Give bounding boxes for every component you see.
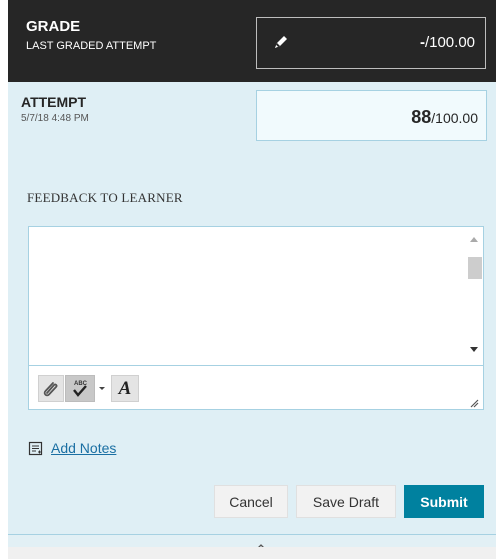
resize-handle-icon[interactable] bbox=[469, 395, 479, 408]
submit-button[interactable]: Submit bbox=[404, 485, 484, 518]
scroll-up-icon[interactable] bbox=[470, 237, 478, 242]
attempt-score-value: 88/100.00 bbox=[411, 107, 478, 128]
format-text-button[interactable]: A bbox=[111, 375, 139, 402]
grade-header: GRADE LAST GRADED ATTEMPT -/100.00 bbox=[8, 0, 496, 82]
footer-strip bbox=[8, 547, 496, 559]
attempt-score: 88 bbox=[411, 107, 432, 127]
chevron-down-icon bbox=[95, 376, 109, 401]
attach-file-button[interactable] bbox=[38, 375, 64, 402]
save-draft-button[interactable]: Save Draft bbox=[296, 485, 396, 518]
pencil-icon[interactable] bbox=[271, 32, 291, 52]
overall-grade-value: -/100.00 bbox=[420, 34, 475, 51]
add-notes-link[interactable]: Add Notes bbox=[28, 440, 116, 456]
attempt-title: ATTEMPT bbox=[21, 94, 87, 110]
add-notes-label[interactable]: Add Notes bbox=[51, 440, 116, 456]
collapse-bar[interactable] bbox=[8, 535, 496, 549]
scroll-down-icon[interactable] bbox=[470, 347, 478, 352]
spellcheck-icon: ABC bbox=[66, 376, 94, 401]
notes-icon bbox=[28, 441, 43, 456]
attempt-date: 5/7/18 4:48 PM bbox=[21, 113, 89, 124]
feedback-editor: ABC A bbox=[28, 226, 484, 410]
attempt-max: /100.00 bbox=[431, 110, 478, 126]
grade-max: /100.00 bbox=[424, 34, 475, 51]
paperclip-icon bbox=[39, 376, 63, 401]
spellcheck-dropdown-button[interactable] bbox=[95, 375, 109, 402]
grade-title: GRADE bbox=[26, 18, 81, 35]
attempt-score-field[interactable]: 88/100.00 bbox=[256, 90, 487, 141]
grading-panel: GRADE LAST GRADED ATTEMPT -/100.00 ATTEM… bbox=[0, 0, 496, 559]
overall-grade-field[interactable]: -/100.00 bbox=[256, 17, 486, 69]
editor-toolbar: ABC A bbox=[29, 365, 483, 409]
cancel-button[interactable]: Cancel bbox=[214, 485, 288, 518]
spellcheck-button[interactable]: ABC bbox=[65, 375, 95, 402]
scroll-thumb[interactable] bbox=[468, 257, 482, 279]
feedback-textarea[interactable] bbox=[29, 227, 467, 365]
chevron-up-icon[interactable] bbox=[257, 537, 265, 549]
feedback-scrollbar[interactable] bbox=[465, 227, 483, 365]
grade-subtitle: LAST GRADED ATTEMPT bbox=[26, 40, 157, 52]
feedback-label: FEEDBACK TO LEARNER bbox=[27, 190, 183, 205]
